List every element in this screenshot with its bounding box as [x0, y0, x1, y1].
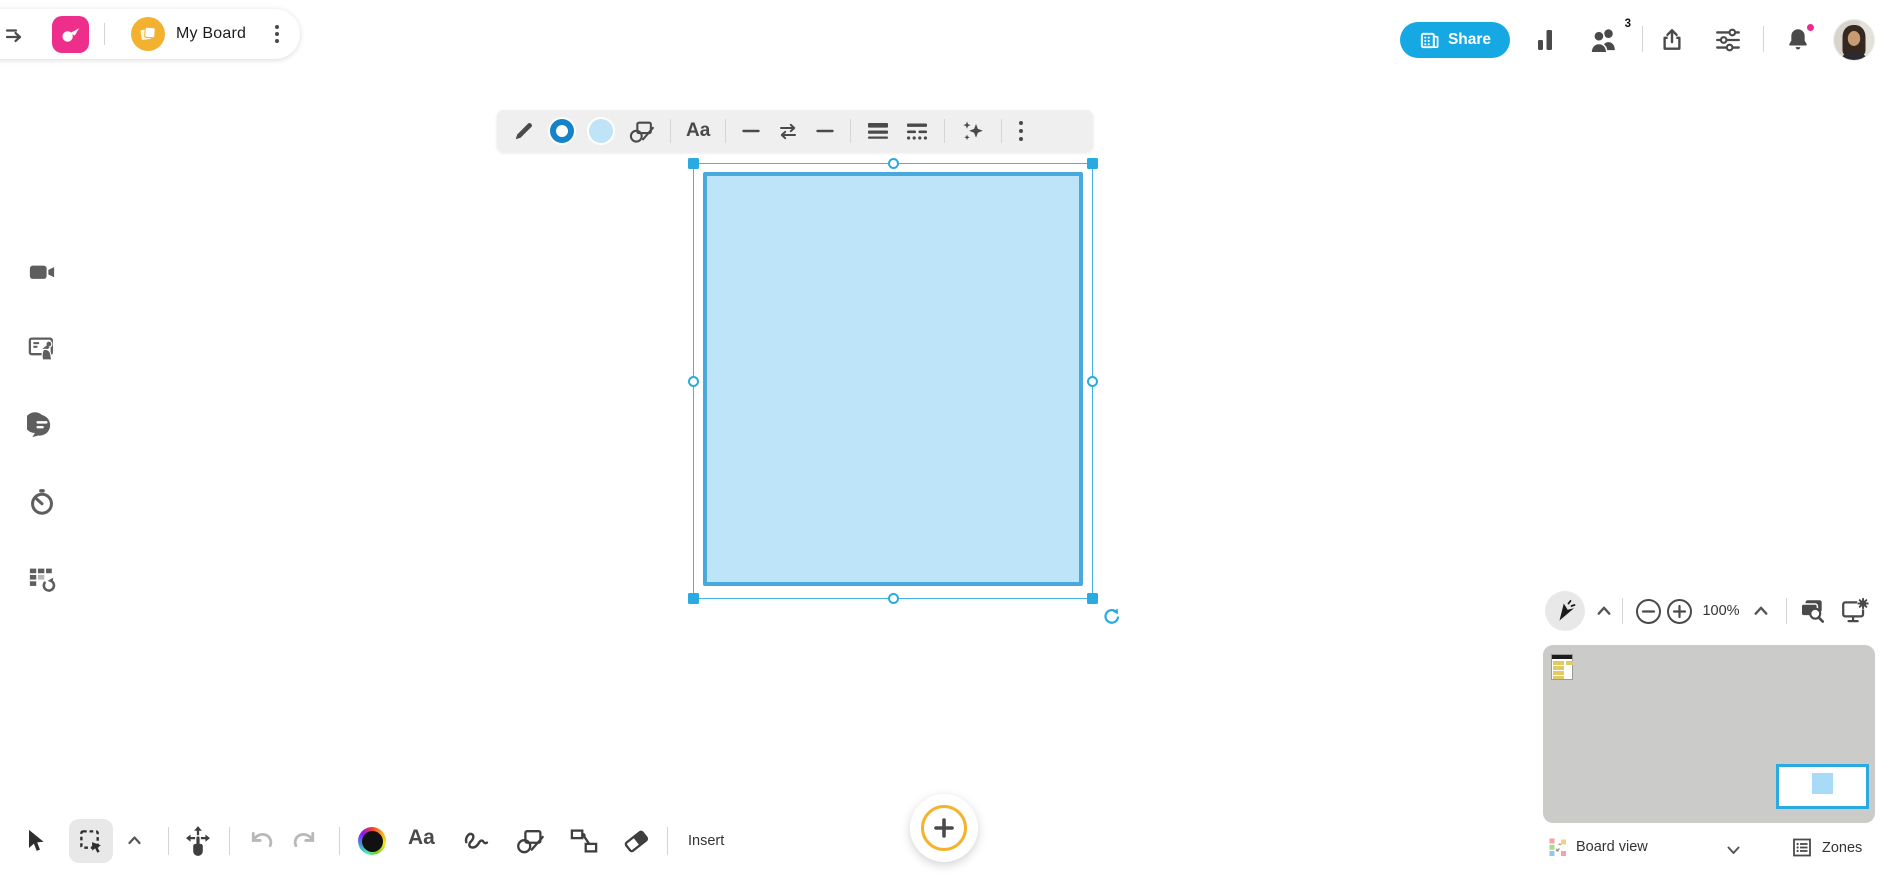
- chat-icon[interactable]: [27, 411, 57, 441]
- add-plus-button[interactable]: [910, 794, 978, 862]
- board-title[interactable]: My Board: [176, 25, 246, 43]
- undo-icon[interactable]: [248, 828, 276, 854]
- minimap-viewport[interactable]: [1776, 764, 1869, 809]
- select-cursor-icon[interactable]: [22, 827, 50, 855]
- resize-handle-right-mid[interactable]: [1087, 376, 1098, 387]
- toolbar-divider: [667, 827, 668, 855]
- magic-sparkles-icon[interactable]: [960, 119, 986, 143]
- app-logo-icon[interactable]: [52, 16, 89, 53]
- board-view-selector[interactable]: Board view: [1549, 838, 1648, 856]
- gather-sort-icon[interactable]: [27, 564, 57, 594]
- header-left-pill: My Board: [0, 9, 300, 59]
- stroke-color-swatch[interactable]: [550, 119, 574, 143]
- minimap[interactable]: [1543, 645, 1875, 823]
- text-style-button[interactable]: Aa: [686, 120, 710, 142]
- pan-tool-icon[interactable]: [183, 825, 213, 857]
- find-frames-icon[interactable]: [1798, 597, 1826, 625]
- selected-rectangle-shape[interactable]: [703, 172, 1083, 586]
- text-tool-button[interactable]: Aa: [408, 826, 435, 850]
- toolbar-divider: [229, 827, 230, 855]
- display-settings-icon[interactable]: [1840, 596, 1870, 626]
- rotate-handle-icon[interactable]: [1102, 608, 1121, 627]
- more-options-icon[interactable]: [1017, 120, 1025, 142]
- chart-icon[interactable]: [1534, 27, 1558, 53]
- notifications-button[interactable]: [1785, 25, 1813, 53]
- toolbar-divider: [944, 119, 945, 143]
- zoom-out-icon[interactable]: [1635, 598, 1662, 625]
- collaborators-count-badge: 3: [1625, 18, 1631, 30]
- topbar-divider: [1642, 26, 1643, 52]
- zones-button[interactable]: Zones: [1791, 837, 1862, 858]
- resize-handle-bottom-mid[interactable]: [888, 593, 899, 604]
- swap-direction-icon[interactable]: [776, 120, 800, 142]
- resize-handle-left-mid[interactable]: [688, 376, 699, 387]
- laser-pointer-button[interactable]: [1545, 591, 1585, 631]
- plus-ring: [921, 805, 967, 851]
- board-view-label: Board view: [1576, 839, 1648, 855]
- resize-handle-top-mid[interactable]: [888, 158, 899, 169]
- laser-pointer-icon: [1553, 599, 1577, 623]
- connector-tool-icon[interactable]: [569, 827, 599, 855]
- redo-icon[interactable]: [290, 828, 318, 854]
- zones-list-icon: [1791, 837, 1813, 858]
- zoom-divider: [1786, 598, 1787, 624]
- zones-label: Zones: [1822, 840, 1862, 856]
- avatar[interactable]: [1834, 20, 1874, 60]
- share-board-icon: [1419, 30, 1440, 51]
- export-icon[interactable]: [1659, 26, 1685, 54]
- collaborators-button[interactable]: 3: [1588, 26, 1622, 56]
- presenter-mode-icon[interactable]: [27, 334, 57, 364]
- chevron-up-icon[interactable]: [1753, 604, 1769, 618]
- kebab-menu-icon[interactable]: [268, 23, 286, 45]
- zoom-in-icon[interactable]: [1666, 598, 1693, 625]
- fill-color-swatch[interactable]: [589, 119, 613, 143]
- toolbar-divider: [339, 827, 340, 855]
- plus-icon: [933, 817, 955, 839]
- notification-dot: [1806, 23, 1815, 32]
- insert-label[interactable]: Insert: [688, 833, 724, 849]
- board-view-icon: [1549, 838, 1567, 856]
- pen-tool-icon[interactable]: [461, 827, 491, 855]
- toolbar-divider: [725, 119, 726, 143]
- topbar-divider: [1763, 26, 1764, 52]
- context-toolbar: Aa: [497, 110, 1093, 152]
- color-wheel-icon[interactable]: [358, 827, 386, 855]
- toolbar-divider: [1001, 119, 1002, 143]
- timer-icon[interactable]: [27, 487, 57, 517]
- change-shape-icon[interactable]: [628, 119, 655, 144]
- marquee-select-tool-active[interactable]: [69, 819, 113, 863]
- chevron-up-icon[interactable]: [127, 834, 142, 847]
- toolbar-divider: [850, 119, 851, 143]
- line-weight-icon[interactable]: [866, 120, 890, 142]
- resize-handle-top-left[interactable]: [688, 158, 699, 169]
- toolbar-divider: [168, 827, 169, 855]
- eraser-tool-icon[interactable]: [621, 827, 651, 855]
- sliders-icon[interactable]: [1714, 27, 1742, 53]
- line-style-icon[interactable]: [905, 120, 929, 142]
- line-end-right-icon[interactable]: [815, 121, 835, 141]
- chevron-down-icon[interactable]: [1726, 844, 1741, 856]
- selection-bounding-box[interactable]: [693, 163, 1093, 599]
- video-camera-icon[interactable]: [27, 257, 57, 287]
- zoom-level[interactable]: 100%: [1698, 603, 1744, 619]
- pencil-icon[interactable]: [513, 120, 535, 142]
- collapse-panel-icon[interactable]: [2, 22, 26, 46]
- color-wheel-center: [362, 831, 383, 852]
- toolbar-divider: [670, 119, 671, 143]
- resize-handle-bottom-left[interactable]: [688, 593, 699, 604]
- minimap-selected-shape: [1812, 773, 1833, 794]
- users-icon: [1588, 26, 1620, 54]
- minimap-table-thumbnail: [1551, 654, 1573, 680]
- shapes-tool-icon[interactable]: [515, 827, 545, 855]
- line-end-left-icon[interactable]: [741, 121, 761, 141]
- chevron-up-icon[interactable]: [1596, 604, 1612, 618]
- board-icon[interactable]: [131, 17, 165, 51]
- zoom-divider: [1622, 598, 1623, 624]
- share-button-label: Share: [1448, 31, 1491, 49]
- share-button[interactable]: Share: [1400, 22, 1510, 58]
- header-divider: [104, 23, 105, 45]
- resize-handle-top-right[interactable]: [1087, 158, 1098, 169]
- resize-handle-bottom-right[interactable]: [1087, 593, 1098, 604]
- marquee-select-icon: [78, 828, 105, 855]
